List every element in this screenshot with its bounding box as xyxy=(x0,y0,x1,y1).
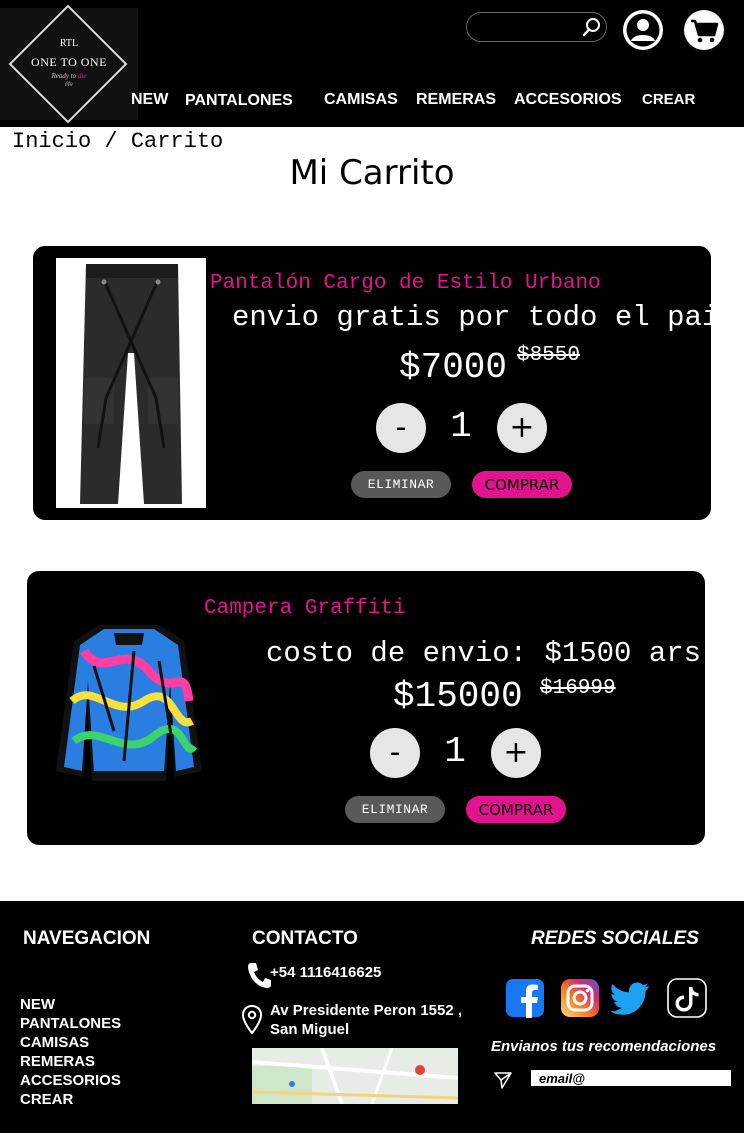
quantity-value: 1 xyxy=(444,731,466,772)
instagram-icon[interactable] xyxy=(560,978,600,1018)
tiktok-icon[interactable] xyxy=(667,978,707,1018)
nav-pantalones[interactable]: PANTALONES xyxy=(185,92,293,110)
product-old-price: $16999 xyxy=(540,677,616,700)
delete-button[interactable]: ELIMINAR xyxy=(351,471,451,498)
footer-nav-title: NAVEGACION xyxy=(23,928,151,949)
shipping-info: envio gratis por todo el pais xyxy=(232,301,737,334)
footer-link-new[interactable]: NEW xyxy=(20,996,55,1013)
delete-button[interactable]: ELIMINAR xyxy=(345,796,445,823)
cart-icon[interactable] xyxy=(683,9,725,51)
breadcrumb[interactable]: Inicio / Carrito xyxy=(12,129,223,154)
increase-quantity-button[interactable]: + xyxy=(497,403,547,453)
footer-link-crear[interactable]: CREAR xyxy=(20,1091,73,1108)
buy-button[interactable]: COMPRAR xyxy=(466,796,566,823)
logo-tagline-accent: die xyxy=(77,72,87,80)
product-image-cargo-pants[interactable] xyxy=(56,258,206,508)
logo-small-text: life xyxy=(65,82,73,88)
send-icon[interactable] xyxy=(494,1071,512,1089)
shipping-info: costo de envio: $1500 ars xyxy=(266,637,702,670)
nav-remeras[interactable]: REMERAS xyxy=(416,91,496,109)
site-footer: NAVEGACION NEW PANTALONES CAMISAS REMERA… xyxy=(0,901,744,1133)
phone-icon xyxy=(248,963,271,988)
cart-item: Campera Graffiti costo de envio: $1500 a… xyxy=(27,571,705,845)
twitter-icon[interactable] xyxy=(611,978,651,1018)
nav-new[interactable]: NEW xyxy=(131,91,168,109)
contact-phone[interactable]: +54 1116416625 xyxy=(270,964,381,981)
increase-quantity-button[interactable]: + xyxy=(491,728,541,778)
site-header: RTL ONE TO ONE Ready to die life NEW PAN… xyxy=(0,0,744,127)
search-icon[interactable] xyxy=(582,17,602,37)
product-price: $7000 xyxy=(399,347,508,388)
logo-monogram: RTL xyxy=(59,38,79,49)
footer-link-pantalones[interactable]: PANTALONES xyxy=(20,1015,121,1032)
search-input[interactable] xyxy=(477,18,581,36)
product-name[interactable]: Pantalón Cargo de Estilo Urbano xyxy=(210,272,601,295)
decrease-quantity-button[interactable]: - xyxy=(370,728,420,778)
logo-name: ONE TO ONE xyxy=(31,55,107,69)
footer-link-camisas[interactable]: CAMISAS xyxy=(20,1034,89,1051)
location-pin-icon xyxy=(242,1005,262,1035)
nav-accesorios[interactable]: ACCESORIOS xyxy=(514,91,622,109)
recommend-label: Envianos tus recomendaciones xyxy=(491,1038,717,1055)
logo-tagline: Ready to die xyxy=(0,72,138,80)
nav-crear[interactable]: CREAR xyxy=(642,91,695,108)
product-old-price: $8550 xyxy=(517,344,581,367)
contact-address-line2: San Miguel xyxy=(270,1021,350,1038)
page-title: Mi Carrito xyxy=(289,153,455,193)
quantity-value: 1 xyxy=(450,406,472,447)
cart-item: Pantalón Cargo de Estilo Urbano envio gr… xyxy=(33,246,737,520)
logo-tagline-text: Ready to xyxy=(51,72,78,80)
product-price: $15000 xyxy=(393,676,523,717)
location-map[interactable] xyxy=(252,1048,458,1104)
product-name[interactable]: Campera Graffiti xyxy=(204,597,406,620)
footer-link-accesorios[interactable]: ACCESORIOS xyxy=(20,1072,121,1089)
footer-social-title: REDES SOCIALES xyxy=(531,928,699,949)
product-image-graffiti-jacket[interactable] xyxy=(54,621,204,785)
decrease-quantity-button[interactable]: - xyxy=(376,403,426,453)
footer-link-remeras[interactable]: REMERAS xyxy=(20,1053,95,1070)
buy-button[interactable]: COMPRAR xyxy=(472,471,572,498)
nav-camisas[interactable]: CAMISAS xyxy=(324,91,398,109)
email-input[interactable] xyxy=(531,1070,731,1086)
map-graphic xyxy=(252,1048,458,1104)
user-icon[interactable] xyxy=(622,9,664,51)
contact-address-line1: Av Presidente Peron 1552 , xyxy=(270,1002,463,1019)
facebook-icon[interactable] xyxy=(505,978,545,1018)
brand-logo[interactable]: RTL ONE TO ONE Ready to die life xyxy=(0,4,138,124)
footer-contact-title: CONTACTO xyxy=(252,928,358,949)
logo-text: RTL ONE TO ONE Ready to die life xyxy=(0,8,138,120)
